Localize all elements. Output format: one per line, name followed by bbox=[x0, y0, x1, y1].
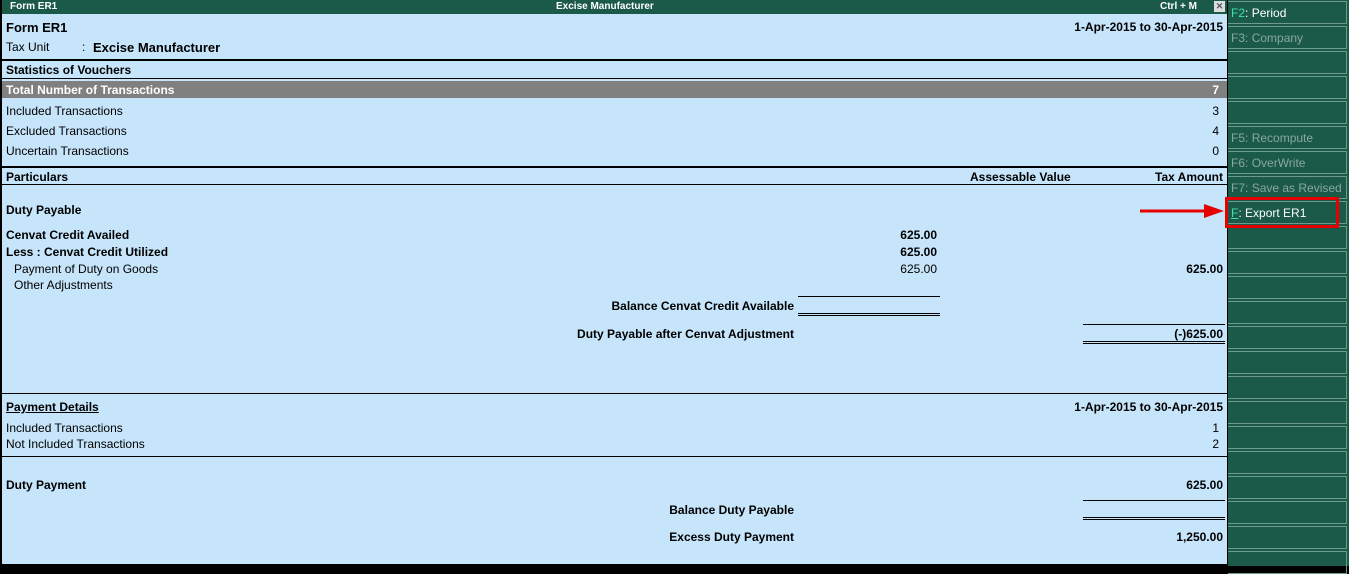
recompute-button[interactable]: F5: Recompute bbox=[1228, 126, 1347, 149]
col-particulars: Particulars bbox=[6, 170, 69, 184]
payment-period: 1-Apr-2015 to 30-Apr-2015 bbox=[1074, 400, 1223, 414]
payment-goods-label[interactable]: Payment of Duty on Goods bbox=[14, 262, 158, 276]
cenvat-availed-label[interactable]: Cenvat Credit Availed bbox=[6, 228, 129, 242]
period: 1-Apr-2015 to 30-Apr-2015 bbox=[1074, 20, 1223, 34]
payment-goods-value: 625.00 bbox=[900, 262, 937, 276]
company-button[interactable]: F3: Company bbox=[1228, 26, 1347, 49]
stat-label-total[interactable]: Total Number of Transactions bbox=[6, 83, 174, 97]
empty-button bbox=[1228, 226, 1347, 249]
duty-payment-value: 625.00 bbox=[1186, 478, 1223, 492]
cenvat-utilized-value: 625.00 bbox=[900, 245, 937, 259]
title-bar: Form ER1 Excise Manufacturer Ctrl + M ✕ bbox=[2, 0, 1227, 14]
empty-button bbox=[1228, 101, 1347, 124]
window-title: Form ER1 bbox=[10, 1, 58, 12]
selected-row-highlight bbox=[2, 81, 1227, 98]
form-er1-panel: Form ER1 Excise Manufacturer Ctrl + M ✕ … bbox=[2, 0, 1227, 564]
col-assessable: Assessable Value bbox=[970, 170, 1071, 184]
close-icon[interactable]: ✕ bbox=[1214, 1, 1225, 12]
form-name: Form ER1 bbox=[6, 20, 68, 35]
tax-unit-label: Tax Unit bbox=[6, 40, 50, 54]
highlight-box-annotation bbox=[1225, 197, 1339, 228]
shortcut-label: Ctrl + M bbox=[1160, 1, 1197, 12]
duty-payment-label[interactable]: Duty Payment bbox=[6, 478, 86, 492]
excess-duty-value: 1,250.00 bbox=[1176, 530, 1223, 544]
empty-button bbox=[1228, 76, 1347, 99]
button-bar: F2: Period F3: Company F5: Recompute F6:… bbox=[1228, 0, 1349, 574]
payment-included-value: 1 bbox=[1212, 421, 1219, 435]
cenvat-availed-value: 625.00 bbox=[900, 228, 937, 242]
other-adjustments-label[interactable]: Other Adjustments bbox=[14, 278, 113, 292]
payment-not-included-label[interactable]: Not Included Transactions bbox=[6, 437, 145, 451]
payment-not-included-value: 2 bbox=[1212, 437, 1219, 451]
stat-label-excluded[interactable]: Excluded Transactions bbox=[6, 124, 127, 138]
separator: : bbox=[82, 40, 86, 54]
balance-cenvat-label: Balance Cenvat Credit Available bbox=[611, 299, 794, 313]
payment-goods-tax: 625.00 bbox=[1186, 262, 1223, 276]
stat-value-excluded: 4 bbox=[1212, 124, 1219, 138]
duty-payable-title: Duty Payable bbox=[6, 203, 82, 217]
cenvat-utilized-label[interactable]: Less : Cenvat Credit Utilized bbox=[6, 245, 168, 259]
balance-duty-label: Balance Duty Payable bbox=[669, 503, 794, 517]
stat-value-total: 7 bbox=[1212, 83, 1219, 97]
company-title: Excise Manufacturer bbox=[556, 1, 654, 12]
duty-after-cenvat-label: Duty Payable after Cenvat Adjustment bbox=[577, 327, 794, 341]
col-tax: Tax Amount bbox=[1155, 170, 1223, 184]
red-arrow-annotation bbox=[1140, 204, 1224, 218]
stat-label-included[interactable]: Included Transactions bbox=[6, 104, 123, 118]
duty-after-cenvat-value: (-)625.00 bbox=[1174, 327, 1223, 341]
stat-value-included: 3 bbox=[1212, 104, 1219, 118]
overwrite-button[interactable]: F6: OverWrite bbox=[1228, 151, 1347, 174]
payment-included-label[interactable]: Included Transactions bbox=[6, 421, 123, 435]
payment-details-title: Payment Details bbox=[6, 400, 99, 414]
save-as-revised-button[interactable]: F7: Save as Revised bbox=[1228, 176, 1347, 199]
period-button[interactable]: F2: Period bbox=[1228, 1, 1347, 24]
excess-duty-label: Excess Duty Payment bbox=[669, 530, 794, 544]
stats-title: Statistics of Vouchers bbox=[6, 63, 132, 77]
stat-label-uncertain[interactable]: Uncertain Transactions bbox=[6, 144, 129, 158]
stat-value-uncertain: 0 bbox=[1212, 144, 1219, 158]
tax-unit-value: Excise Manufacturer bbox=[93, 40, 221, 55]
empty-button bbox=[1228, 51, 1347, 74]
